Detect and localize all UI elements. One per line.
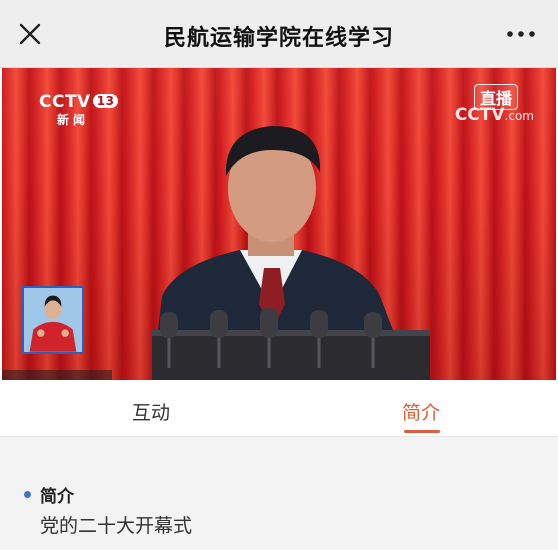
active-tab-indicator — [404, 430, 440, 433]
cctv-watermark: CCTV.com — [454, 105, 534, 125]
channel-subtitle: 新闻 — [57, 113, 90, 127]
intro-panel: 简介 党的二十大开幕式 — [0, 437, 558, 550]
tab-bar: 互动 简介 — [0, 380, 558, 437]
top-nav-bar: 民航运输学院在线学习 — [0, 0, 558, 68]
intro-description: 党的二十大开幕式 — [40, 515, 193, 537]
intro-heading: 简介 — [40, 487, 74, 507]
channel-logo: CCTV 13 — [39, 92, 119, 112]
tab-interaction[interactable]: 互动 — [132, 398, 170, 425]
bullet-dot-icon — [24, 491, 31, 498]
sign-language-interpreter — [22, 286, 84, 354]
intro-heading-row: 简介 — [24, 482, 74, 507]
more-dots-icon[interactable] — [506, 23, 536, 45]
interpreter-figure — [29, 295, 77, 352]
tab-intro[interactable]: 简介 — [402, 398, 440, 425]
page-title: 民航运输学院在线学习 — [163, 26, 394, 51]
live-video-player[interactable]: CCTV 13 新闻 直播 CCTV.com — [2, 68, 556, 380]
news-ticker — [2, 370, 112, 380]
